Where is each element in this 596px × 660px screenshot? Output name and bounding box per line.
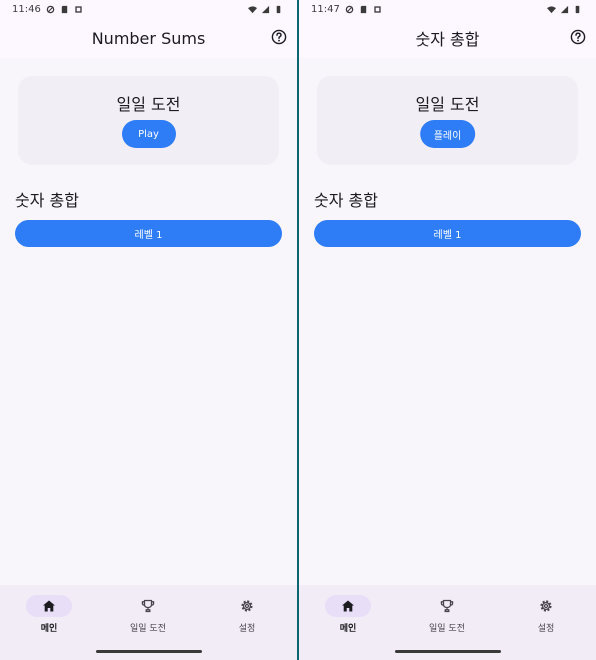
play-button[interactable]: 플레이 (419, 120, 476, 148)
bottom-navigation: 메인 일일 도전 설정 (299, 585, 596, 660)
trophy-icon (141, 599, 155, 613)
screen-right: 11:47 숫자 총합 일일 도전 플레이 숫자 총합 레벨 1 메인 일일 도… (299, 0, 596, 660)
status-bar: 11:47 (299, 0, 596, 18)
vpn-icon (345, 5, 354, 13)
nav-indicator (26, 595, 72, 617)
notification-icon (75, 5, 82, 13)
gesture-bar[interactable] (95, 650, 202, 653)
daily-challenge-card: 일일 도전 Play (18, 76, 279, 165)
page-title: Number Sums (91, 28, 206, 48)
help-icon[interactable] (271, 29, 287, 45)
vpn-icon (46, 5, 55, 13)
sd-card-icon (61, 5, 68, 13)
level-button[interactable]: 레벨 1 (15, 220, 282, 247)
nav-item-daily[interactable]: 일일 도전 (108, 595, 188, 634)
gear-icon (241, 600, 253, 612)
battery-icon (276, 5, 281, 13)
top-app-bar: 숫자 총합 (299, 18, 596, 58)
nav-item-main[interactable]: 메인 (308, 595, 388, 634)
section-title: 숫자 총합 (15, 191, 79, 210)
nav-label: 일일 도전 (429, 624, 465, 634)
nav-item-daily[interactable]: 일일 도전 (407, 595, 487, 634)
daily-challenge-title: 일일 도전 (415, 95, 480, 114)
home-icon (43, 600, 55, 612)
signal-icon (261, 5, 270, 13)
gear-icon (540, 600, 552, 612)
nav-label: 설정 (537, 624, 555, 634)
battery-icon (575, 5, 580, 13)
nav-indicator (325, 595, 371, 617)
bottom-navigation: 메인 일일 도전 설정 (0, 585, 297, 660)
screen-left: 11:46 Number Sums 일일 도전 Play 숫자 총합 레벨 1 … (0, 0, 297, 660)
nav-item-settings[interactable]: 설정 (506, 595, 586, 634)
nav-label: 일일 도전 (130, 624, 166, 634)
signal-icon (560, 5, 569, 13)
daily-challenge-title: 일일 도전 (116, 95, 181, 114)
top-app-bar: Number Sums (0, 18, 297, 58)
section-title: 숫자 총합 (314, 191, 378, 210)
nav-label: 메인 (40, 624, 58, 634)
daily-challenge-card: 일일 도전 플레이 (317, 76, 578, 165)
status-bar: 11:46 (0, 0, 297, 18)
dual-screen: 11:46 Number Sums 일일 도전 Play 숫자 총합 레벨 1 … (0, 0, 596, 660)
nav-label: 설정 (238, 624, 256, 634)
notification-icon (374, 5, 381, 13)
play-button[interactable]: Play (121, 120, 176, 148)
trophy-icon (440, 599, 454, 613)
wifi-icon (547, 5, 556, 13)
gesture-bar[interactable] (394, 650, 501, 653)
home-icon (342, 600, 354, 612)
nav-item-main[interactable]: 메인 (9, 595, 89, 634)
status-time: 11:46 (12, 3, 41, 15)
sd-card-icon (360, 5, 367, 13)
status-time: 11:47 (311, 3, 340, 15)
nav-label: 메인 (339, 624, 357, 634)
page-title: 숫자 총합 (415, 30, 480, 49)
level-button[interactable]: 레벨 1 (314, 220, 581, 247)
nav-item-settings[interactable]: 설정 (207, 595, 287, 634)
wifi-icon (248, 5, 257, 13)
help-icon[interactable] (570, 29, 586, 45)
